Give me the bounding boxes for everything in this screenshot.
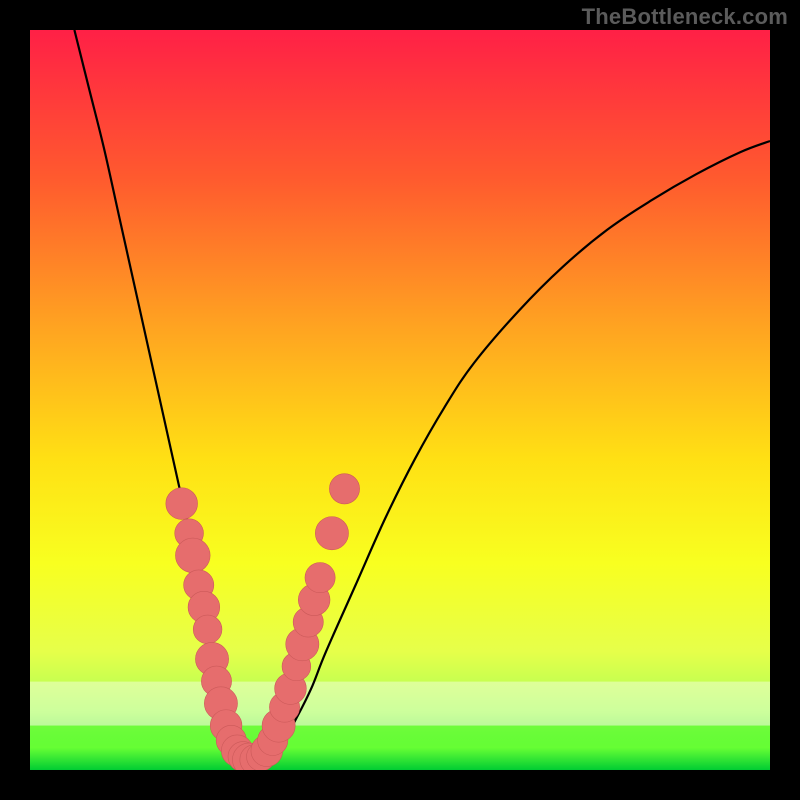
data-bead xyxy=(315,517,348,550)
chart-frame: TheBottleneck.com xyxy=(0,0,800,800)
plot-area xyxy=(30,30,770,770)
data-bead xyxy=(329,474,359,504)
data-bead xyxy=(175,538,210,573)
watermark-text: TheBottleneck.com xyxy=(582,4,788,30)
data-bead xyxy=(305,563,335,593)
green-ok-band xyxy=(30,682,770,770)
gradient-background xyxy=(30,30,770,770)
data-bead xyxy=(166,488,198,520)
plot-svg xyxy=(30,30,770,770)
data-bead xyxy=(193,615,222,644)
